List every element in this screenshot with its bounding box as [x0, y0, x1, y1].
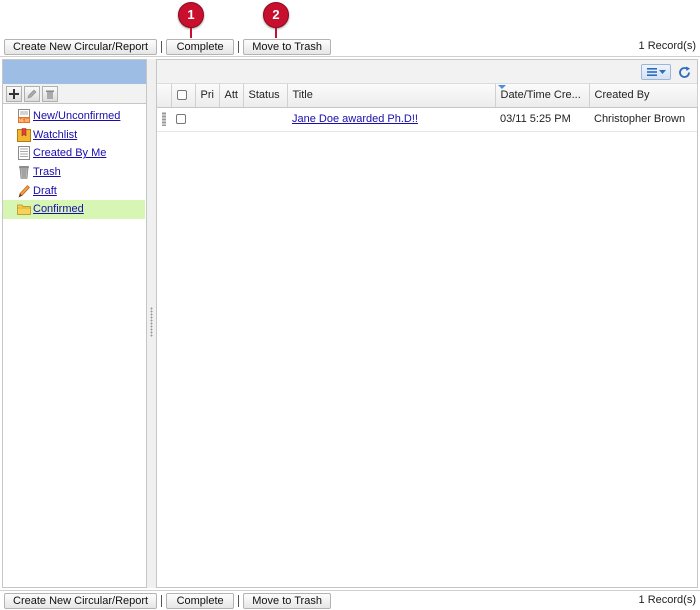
svg-text:NEW: NEW	[19, 118, 30, 123]
pencil-icon	[17, 184, 31, 198]
record-count: 1 Record(s)	[638, 594, 696, 606]
row-title-link[interactable]: Jane Doe awarded Ph.D!!	[292, 113, 418, 125]
folder-link[interactable]: Confirmed	[33, 203, 84, 215]
folder-link[interactable]: New/Unconfirmed	[33, 110, 120, 122]
folder-item-new-unconfirmed[interactable]: NEW New/Unconfirmed	[3, 107, 146, 126]
row-priority	[195, 107, 219, 132]
folder-pane: NEW New/Unconfirmed Watchlist Created By…	[2, 59, 147, 588]
add-folder-button[interactable]	[6, 85, 22, 102]
toolbar-separator	[161, 594, 163, 607]
row-select-cell[interactable]	[171, 107, 195, 132]
toolbar-separator	[161, 40, 163, 53]
sort-indicator-icon	[497, 85, 506, 89]
splitter-grip	[150, 307, 153, 337]
callout-number: 1	[178, 2, 204, 28]
folder-item-created-by-me[interactable]: Created By Me	[3, 144, 146, 163]
delete-folder-button[interactable]	[42, 85, 58, 102]
toolbar-separator	[238, 40, 240, 53]
folder-link[interactable]: Draft	[33, 185, 57, 197]
folder-link[interactable]: Created By Me	[33, 147, 106, 159]
callout-marker-2: 2	[261, 0, 291, 38]
watchlist-folder-icon	[17, 128, 31, 142]
complete-button[interactable]: Complete	[166, 38, 235, 55]
trash-icon	[17, 165, 31, 179]
row-checkbox[interactable]	[176, 114, 186, 125]
new-document-icon: NEW	[17, 109, 31, 124]
folder-tools	[3, 84, 146, 104]
callout-number: 2	[263, 2, 289, 28]
edit-folder-button[interactable]	[24, 85, 40, 102]
list-toolbar	[157, 60, 697, 84]
message-table: Pri Att Status Title Date/Time Cre... Cr…	[157, 84, 698, 132]
row-status	[243, 107, 287, 132]
toolbar-separator	[238, 594, 240, 607]
record-count: 1 Record(s)	[638, 40, 696, 52]
drag-handle-icon	[162, 112, 166, 126]
folder-link[interactable]: Trash	[33, 166, 61, 178]
column-header-priority[interactable]: Pri	[195, 84, 220, 108]
bottom-toolbar: Create New Circular/Report Complete Move…	[0, 590, 700, 610]
callout-marker-1: 1	[176, 0, 206, 38]
document-icon	[17, 146, 31, 161]
table-header-row: Pri Att Status Title Date/Time Cre... Cr…	[157, 84, 698, 108]
move-to-trash-button[interactable]: Move to Trash	[243, 38, 332, 55]
trash-icon	[46, 90, 54, 99]
plus-icon	[9, 88, 19, 99]
folder-icon	[17, 202, 31, 216]
row-created-by: Christopher Brown	[589, 107, 697, 132]
create-new-circular-button[interactable]: Create New Circular/Report	[4, 38, 158, 55]
row-attachment	[219, 107, 243, 132]
move-to-trash-button[interactable]: Move to Trash	[243, 592, 332, 609]
column-header-title[interactable]: Title	[287, 84, 496, 108]
column-header-datetime[interactable]: Date/Time Cre...	[495, 84, 590, 108]
row-title: Jane Doe awarded Ph.D!!	[287, 107, 495, 132]
folder-item-confirmed[interactable]: Confirmed	[3, 199, 145, 219]
view-options-button[interactable]	[641, 64, 671, 80]
pane-splitter[interactable]	[147, 59, 156, 588]
folder-item-trash[interactable]: Trash	[3, 163, 146, 182]
message-list-pane: Pri Att Status Title Date/Time Cre... Cr…	[156, 59, 698, 588]
folder-link[interactable]: Watchlist	[33, 129, 77, 141]
select-all-checkbox[interactable]	[176, 90, 187, 101]
column-header-created-by[interactable]: Created By	[589, 84, 698, 108]
top-toolbar: Create New Circular/Report Complete Move…	[0, 37, 700, 57]
table-row[interactable]: Jane Doe awarded Ph.D!! 03/11 5:25 PM Ch…	[157, 107, 697, 132]
select-all-header[interactable]	[171, 84, 196, 108]
drag-column-header	[157, 84, 172, 108]
column-header-attachment[interactable]: Att	[219, 84, 244, 108]
folder-pane-header	[3, 60, 146, 84]
list-menu-icon	[646, 68, 657, 76]
create-new-circular-button[interactable]: Create New Circular/Report	[4, 592, 158, 609]
folder-tree: NEW New/Unconfirmed Watchlist Created By…	[3, 104, 146, 219]
column-header-status[interactable]: Status	[243, 84, 288, 108]
chevron-down-icon	[658, 70, 666, 74]
complete-button[interactable]: Complete	[166, 592, 235, 609]
folder-item-watchlist[interactable]: Watchlist	[3, 126, 146, 145]
row-datetime: 03/11 5:25 PM	[495, 107, 589, 132]
pencil-icon	[27, 89, 37, 98]
refresh-icon	[678, 66, 690, 78]
folder-item-draft[interactable]: Draft	[3, 181, 146, 200]
column-header-label: Date/Time Cre...	[500, 89, 581, 102]
refresh-button[interactable]	[677, 64, 691, 80]
row-drag-handle[interactable]	[157, 107, 171, 132]
